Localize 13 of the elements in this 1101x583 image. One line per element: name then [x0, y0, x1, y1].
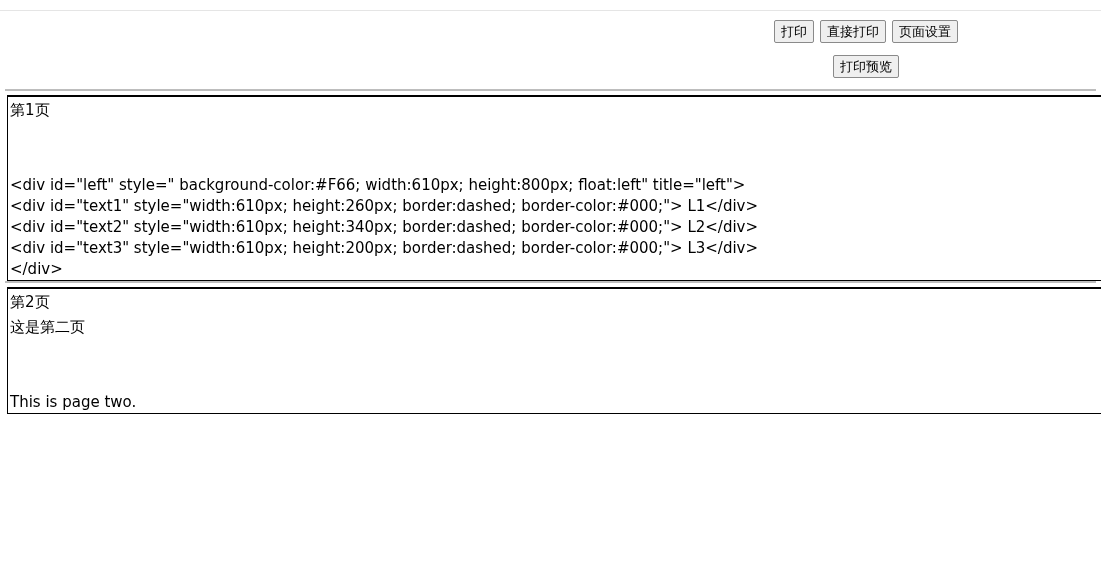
page-title: 第2页 — [10, 292, 50, 313]
code-line: </div> — [10, 259, 63, 280]
toolbar-button[interactable]: 直接打印 — [819, 20, 886, 43]
code-line: <div id="text3" style="width:610px; height:200px; border:dashed; border-color:#000;"> L3</div> — [10, 238, 759, 259]
code-line: <div id="text2" style="width:610px; height:340px; border:dashed; border-color:#000;"> L2</div> — [10, 217, 759, 238]
code-line: <div id="left" style=" background-color:#F66; width:610px; height:800px; float:left" title="left"> — [10, 175, 746, 196]
page-text: 这是第二页 — [10, 317, 85, 338]
code-line: <div id="text1" style="width:610px; height:260px; border:dashed; border-color:#000;"> L1</div> — [10, 196, 759, 217]
toolbar-button[interactable]: 打印 — [773, 20, 814, 43]
print-preview-button[interactable]: 打印预览 — [832, 55, 899, 78]
page-text: This is page two. — [10, 392, 137, 413]
page-title: 第1页 — [10, 100, 50, 121]
toolbar-button[interactable]: 页面设置 — [891, 20, 958, 43]
